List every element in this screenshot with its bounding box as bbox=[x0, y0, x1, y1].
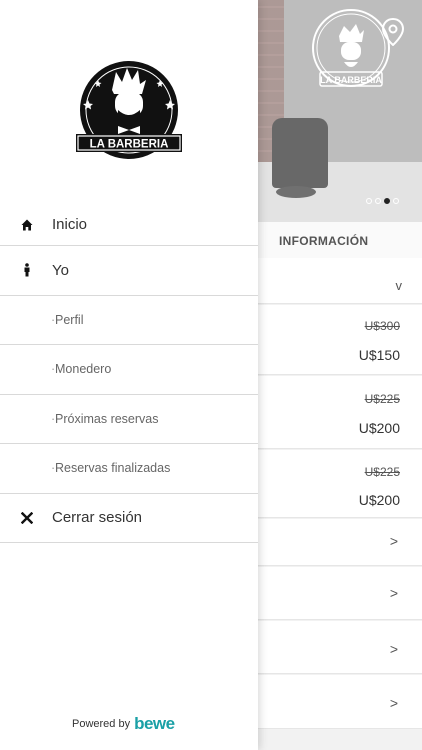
chevron-right-icon: > bbox=[389, 641, 398, 657]
hero-carousel[interactable]: LA BARBERIA bbox=[258, 0, 422, 222]
menu-item-label: Monedero bbox=[51, 362, 111, 376]
menu-item-label: Inicio bbox=[52, 216, 88, 233]
menu-item-inicio[interactable]: Inicio bbox=[0, 204, 258, 246]
carousel-dot[interactable] bbox=[393, 198, 399, 204]
chevron-down-icon: v bbox=[395, 278, 403, 293]
person-icon bbox=[20, 263, 34, 277]
drawer-menu: Inicio Yo Perfil Monedero Próximas reser… bbox=[0, 204, 258, 543]
barberia-logo: LA BARBERIA bbox=[76, 61, 182, 159]
list-row[interactable]: > bbox=[258, 621, 422, 674]
side-drawer: LA BARBERIA Inicio Yo Perfil Monedero Pr… bbox=[0, 0, 258, 750]
menu-item-label: Reservas finalizadas bbox=[51, 461, 170, 475]
carousel-dot[interactable] bbox=[366, 198, 372, 204]
menu-item-monedero[interactable]: Monedero bbox=[0, 345, 258, 395]
menu-item-perfil[interactable]: Perfil bbox=[0, 296, 258, 345]
background-app: LA BARBERIA INFORMACIÓN v U$300 U$150 U$… bbox=[258, 0, 422, 750]
new-price: U$200 bbox=[358, 420, 400, 436]
new-price: U$150 bbox=[358, 347, 400, 363]
carousel-dot[interactable] bbox=[375, 198, 381, 204]
service-row[interactable]: U$225 U$200 bbox=[258, 450, 422, 518]
list-row[interactable]: > bbox=[258, 519, 422, 566]
old-price: U$225 bbox=[364, 465, 400, 479]
bewe-logo: bewe bbox=[134, 714, 175, 733]
svg-text:LA BARBERIA: LA BARBERIA bbox=[90, 139, 169, 151]
info-section-title: INFORMACIÓN bbox=[258, 222, 422, 258]
expand-row[interactable]: v bbox=[258, 258, 422, 304]
menu-item-label: Próximas reservas bbox=[51, 412, 158, 426]
close-icon bbox=[20, 511, 34, 525]
menu-item-cerrar-sesion[interactable]: Cerrar sesión bbox=[0, 494, 258, 543]
old-price: U$300 bbox=[364, 319, 400, 333]
menu-item-label: Yo bbox=[52, 261, 69, 279]
powered-by[interactable]: Powered by bewe bbox=[72, 714, 175, 734]
menu-item-label: Perfil bbox=[51, 313, 84, 327]
service-row[interactable]: U$225 U$200 bbox=[258, 376, 422, 449]
chevron-right-icon: > bbox=[389, 585, 398, 601]
home-icon bbox=[20, 218, 34, 232]
location-pin-icon[interactable] bbox=[382, 18, 404, 46]
old-price: U$225 bbox=[364, 392, 400, 406]
carousel-dots bbox=[366, 198, 399, 204]
new-price: U$200 bbox=[358, 492, 400, 508]
list-row[interactable]: > bbox=[258, 567, 422, 620]
svg-text:LA BARBERIA: LA BARBERIA bbox=[320, 75, 382, 85]
menu-item-yo[interactable]: Yo bbox=[0, 246, 258, 296]
service-row[interactable]: U$300 U$150 bbox=[258, 305, 422, 375]
chevron-right-icon: > bbox=[389, 533, 398, 549]
carousel-dot-active[interactable] bbox=[384, 198, 390, 204]
menu-item-label: Cerrar sesión bbox=[52, 509, 143, 527]
powered-by-text: Powered by bbox=[72, 718, 131, 730]
list-row[interactable]: > bbox=[258, 675, 422, 729]
menu-item-reservas-finalizadas[interactable]: Reservas finalizadas bbox=[0, 444, 258, 494]
menu-item-proximas-reservas[interactable]: Próximas reservas bbox=[0, 395, 258, 444]
chevron-right-icon: > bbox=[389, 695, 398, 711]
